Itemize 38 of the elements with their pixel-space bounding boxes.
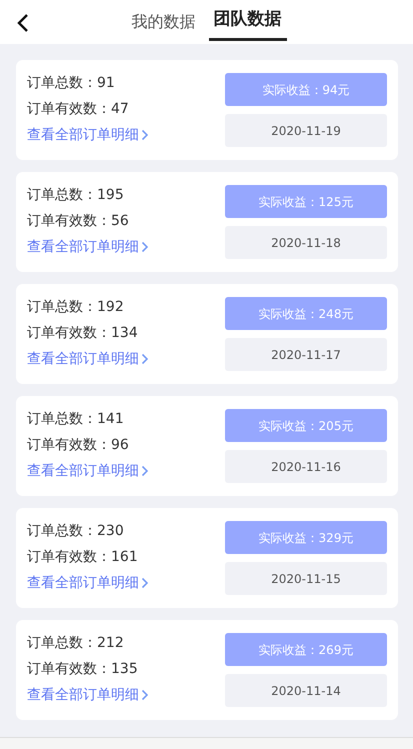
earnings-button[interactable]: 实际收益：329元 (225, 521, 387, 554)
view-details-link[interactable]: 查看全部订单明细 (27, 682, 149, 708)
earnings-button[interactable]: 实际收益：205元 (225, 409, 387, 442)
date-label: 2020-11-19 (225, 114, 387, 147)
earnings-button[interactable]: 实际收益：269元 (225, 633, 387, 666)
valid-order-count: 订单有效数：135 (27, 660, 139, 679)
view-details-link[interactable]: 查看全部订单明细 (27, 122, 149, 148)
valid-order-count: 订单有效数：47 (27, 100, 130, 119)
order-total: 订单总数：195 (27, 186, 125, 205)
valid-order-count: 订单有效数：134 (27, 324, 139, 343)
valid-order-count: 订单有效数：161 (27, 548, 139, 567)
valid-order-count: 订单有效数：96 (27, 436, 130, 455)
view-details-link[interactable]: 查看全部订单明细 (27, 346, 149, 372)
order-total: 订单总数：91 (27, 74, 116, 93)
chevron-right-icon (141, 465, 149, 477)
chevron-right-icon (141, 129, 149, 141)
date-label: 2020-11-17 (225, 338, 387, 371)
view-details-link[interactable]: 查看全部订单明细 (27, 458, 149, 484)
order-total: 订单总数：141 (27, 410, 125, 429)
date-label: 2020-11-14 (225, 674, 387, 707)
earnings-button[interactable]: 实际收益：125元 (225, 185, 387, 218)
chevron-right-icon (141, 577, 149, 589)
chevron-right-icon (141, 353, 149, 365)
chevron-right-icon (141, 689, 149, 701)
date-label: 2020-11-18 (225, 226, 387, 259)
earnings-button[interactable]: 实际收益：248元 (225, 297, 387, 330)
order-total: 订单总数：192 (27, 298, 125, 317)
valid-order-count: 订单有效数：56 (27, 212, 130, 231)
view-details-link[interactable]: 查看全部订单明细 (27, 570, 149, 596)
tab[interactable]: 我的数据 (126, 0, 200, 44)
chevron-right-icon (141, 241, 149, 253)
order-total: 订单总数：230 (27, 522, 125, 541)
order-total: 订单总数：212 (27, 634, 125, 653)
view-details-link[interactable]: 查看全部订单明细 (27, 234, 149, 260)
tab[interactable]: 团队数据 (208, 1, 286, 41)
date-label: 2020-11-15 (225, 562, 387, 595)
earnings-button[interactable]: 实际收益：94元 (225, 73, 387, 106)
date-label: 2020-11-16 (225, 450, 387, 483)
